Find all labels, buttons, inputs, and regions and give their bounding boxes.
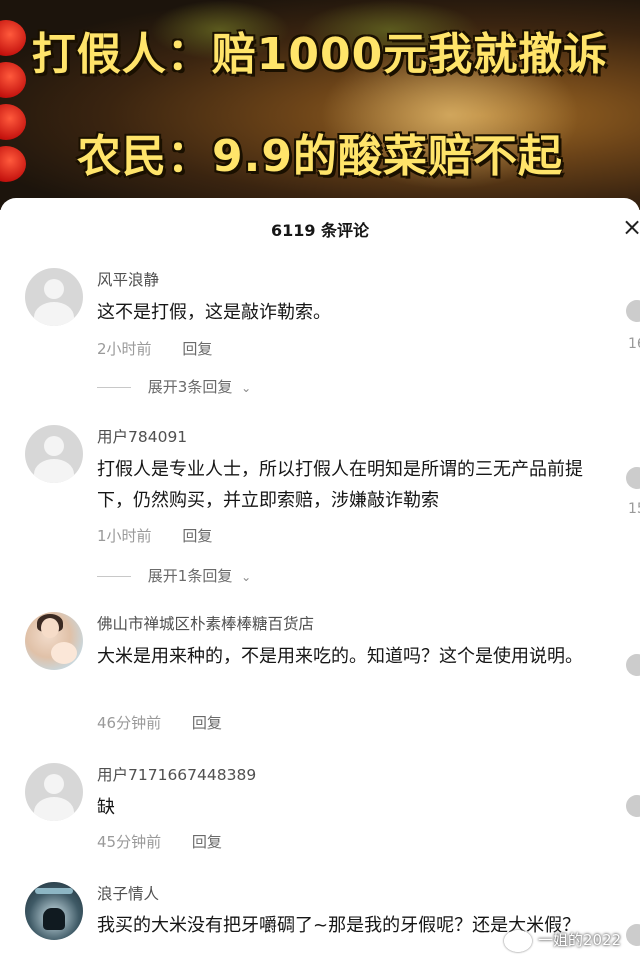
heart-icon[interactable] (626, 467, 640, 489)
comment-username[interactable]: 风平浪静 (97, 268, 159, 290)
reply-button[interactable]: 回复 (192, 714, 222, 732)
video-caption-line1: 打假人：赔1000元我就撤诉 (31, 29, 609, 80)
comment-meta: 1小时前 回复 (97, 525, 212, 546)
comment-username[interactable]: 用户7171667448389 (97, 763, 256, 785)
avatar[interactable] (25, 612, 83, 670)
avatar[interactable] (25, 882, 83, 940)
comment-username[interactable]: 浪子情人 (97, 882, 159, 904)
heart-icon[interactable] (626, 795, 640, 817)
reply-button[interactable]: 回复 (182, 527, 212, 545)
watermark: 一姐的2022 (504, 929, 621, 952)
comment-text: 大米是用来种的，不是用来吃的。知道吗？这个是使用说明。 (97, 646, 583, 667)
comment-time: 2小时前 (97, 340, 152, 358)
comment-time: 1小时前 (97, 527, 152, 545)
heart-icon[interactable] (626, 654, 640, 676)
like-count: 16 (628, 336, 640, 352)
comment-time: 46分钟前 (97, 714, 162, 732)
comment-username[interactable]: 佛山市禅城区朴素棒棒糖百货店 (97, 612, 314, 634)
chevron-down-icon: ⌄ (241, 570, 252, 584)
heart-icon[interactable] (626, 924, 640, 946)
comments-sheet: 6119 条评论 × 风平浪静 这不是打假，这是敲诈勒索。 2小时前 回复 展开… (0, 198, 640, 969)
like-count: 15 (628, 501, 640, 517)
comment-count: 6119 条评论 (270, 221, 370, 240)
watermark-text: 一姐的2022 (538, 931, 622, 949)
comment-meta: 46分钟前 回复 (97, 712, 222, 733)
comment-text: 缺 (97, 797, 115, 818)
divider (97, 576, 131, 577)
expand-label: 展开3条回复 (147, 378, 233, 396)
comment-meta: 45分钟前 回复 (97, 831, 222, 852)
comment-username[interactable]: 用户784091 (97, 425, 187, 447)
comment-meta: 2小时前 回复 (97, 338, 212, 359)
expand-replies-button[interactable]: 展开3条回复 ⌄ (97, 376, 251, 397)
avatar[interactable] (25, 763, 83, 821)
comment-text: 这不是打假，这是敲诈勒索。 (97, 302, 331, 323)
avatar[interactable] (25, 268, 83, 326)
reply-button[interactable]: 回复 (192, 833, 222, 851)
reply-button[interactable]: 回复 (182, 340, 212, 358)
chevron-down-icon: ⌄ (241, 381, 252, 395)
comment-text: 打假人是专业人士，所以打假人在明知是所谓的三无产品前提下，仍然购买，并立即索赔，… (97, 459, 583, 511)
expand-label: 展开1条回复 (147, 567, 233, 585)
heart-icon[interactable] (626, 300, 640, 322)
video-caption-line2: 农民：9.9的酸菜赔不起 (77, 131, 563, 182)
video-player[interactable]: 打假人：赔1000元我就撤诉 农民：9.9的酸菜赔不起 (0, 0, 640, 210)
comment-time: 45分钟前 (97, 833, 162, 851)
wechat-logo-icon (504, 929, 532, 952)
divider (97, 387, 131, 388)
avatar[interactable] (25, 425, 83, 483)
close-icon[interactable]: × (622, 212, 640, 242)
expand-replies-button[interactable]: 展开1条回复 ⌄ (97, 565, 251, 586)
